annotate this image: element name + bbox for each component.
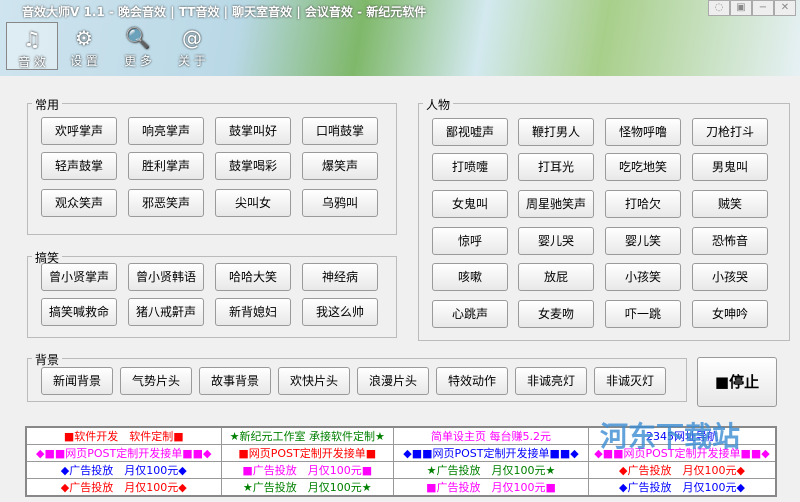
ad-row: ◆广告投放 月仅100元◆ ★广告投放 月仅100元★ ■广告投放 月仅100元■ ◆… <box>25 478 777 497</box>
ad-link[interactable]: ◆■■网页POST定制开发接单■■◆ <box>393 444 589 462</box>
sound-button[interactable]: 贼笑 <box>692 190 768 218</box>
ad-link[interactable]: ■广告投放 月仅100元■ <box>220 461 394 479</box>
toolbar-gear[interactable]: ⚙ 设 置 <box>58 22 110 70</box>
sound-button[interactable]: 鼓掌喝彩 <box>215 152 291 180</box>
sound-button[interactable]: 神经病 <box>302 263 378 291</box>
sound-button[interactable]: 女麦吻 <box>518 300 594 328</box>
ad-link[interactable]: ◆■■网页POST定制开发接单■■◆ <box>25 444 222 462</box>
sound-button[interactable]: 怪物呼噜 <box>605 118 681 146</box>
group-label: 常用 <box>32 96 63 113</box>
sound-button[interactable]: 吓一跳 <box>605 300 681 328</box>
group-label: 人物 <box>423 96 454 113</box>
ad-link[interactable]: ◆广告投放 月仅100元◆ <box>25 461 222 479</box>
sound-button[interactable]: 鄙视嘘声 <box>432 118 508 146</box>
sound-button[interactable]: 周星驰笑声 <box>518 190 594 218</box>
search-icon: 🔍 <box>125 26 151 50</box>
close-button[interactable]: ✕ <box>774 0 796 16</box>
toolbar-label: 关 于 <box>178 54 206 68</box>
sound-button[interactable]: 哈哈大笑 <box>215 263 291 291</box>
window-title: 音效大师V 1.1 - 晚会音效 | TT音效 | 聊天室音效 | 会议音效 -… <box>22 5 427 19</box>
sound-button[interactable]: 女鬼叫 <box>432 190 508 218</box>
sound-button[interactable]: 胜利掌声 <box>128 152 204 180</box>
sound-button[interactable]: 鞭打男人 <box>518 118 594 146</box>
sound-button[interactable]: 吃吃地笑 <box>605 153 681 181</box>
at-icon: @ <box>182 26 202 50</box>
sound-button[interactable]: 故事背景 <box>199 367 271 395</box>
sound-button[interactable]: 打喷嚏 <box>432 153 508 181</box>
skin-button[interactable]: ◌ <box>708 0 730 16</box>
toolbar-at[interactable]: @ 关 于 <box>166 22 218 70</box>
sound-button[interactable]: 我这么帅 <box>302 298 378 326</box>
sound-button[interactable]: 新背媳妇 <box>215 298 291 326</box>
sound-button[interactable]: 小孩哭 <box>692 263 768 291</box>
ad-link[interactable]: ★广告投放 月仅100元★ <box>220 478 394 497</box>
sound-button[interactable]: 咳嗽 <box>432 263 508 291</box>
sound-button[interactable]: 响亮掌声 <box>128 117 204 145</box>
sound-button[interactable]: 猪八戒鼾声 <box>128 298 204 326</box>
sound-button[interactable]: 打耳光 <box>518 153 594 181</box>
window-controls: ◌ ▣ − ✕ <box>708 0 796 16</box>
sound-button[interactable]: 女呻吟 <box>692 300 768 328</box>
sound-button[interactable]: 新闻背景 <box>41 367 113 395</box>
sound-button[interactable]: 邪恶笑声 <box>128 189 204 217</box>
ad-link[interactable]: 简单设主页 每台赚5.2元 <box>393 426 589 445</box>
sound-button[interactable]: 曾小贤韩语 <box>128 263 204 291</box>
ad-link[interactable]: ★新纪元工作室 承接软件定制★ <box>220 426 394 445</box>
sound-button[interactable]: 非诚灭灯 <box>594 367 666 395</box>
gear-icon: ⚙ <box>75 26 93 50</box>
toolbar-music[interactable]: ♫ 音 效 <box>6 22 58 70</box>
sound-button[interactable]: 打哈欠 <box>605 190 681 218</box>
ad-link[interactable]: ◆广告投放 月仅100元◆ <box>588 461 777 479</box>
minimize-button[interactable]: − <box>752 0 774 16</box>
sound-button[interactable]: 恐怖音 <box>692 227 768 255</box>
sound-button[interactable]: 曾小贤掌声 <box>41 263 117 291</box>
sound-button[interactable]: 放屁 <box>518 263 594 291</box>
stop-button[interactable]: ■停止 <box>697 357 777 407</box>
sound-button[interactable]: 欢快片头 <box>278 367 350 395</box>
sound-button[interactable]: 观众笑声 <box>41 189 117 217</box>
ad-link[interactable]: ■网页POST定制开发接单■ <box>220 444 394 462</box>
ad-row: ◆广告投放 月仅100元◆ ■广告投放 月仅100元■ ★广告投放 月仅100元★ ◆… <box>25 461 777 479</box>
ad-link[interactable]: ■广告投放 月仅100元■ <box>393 478 589 497</box>
ad-link[interactable]: ◆广告投放 月仅100元◆ <box>588 478 777 497</box>
ad-link[interactable]: ★广告投放 月仅100元★ <box>393 461 589 479</box>
sound-button[interactable]: 特效动作 <box>436 367 508 395</box>
sound-button[interactable]: 惊呼 <box>432 227 508 255</box>
sound-button[interactable]: 乌鸦叫 <box>302 189 378 217</box>
header-banner: 音效大师V 1.1 - 晚会音效 | TT音效 | 聊天室音效 | 会议音效 -… <box>0 0 800 76</box>
sound-button[interactable]: 小孩笑 <box>605 263 681 291</box>
ad-link[interactable]: ■软件开发 软件定制■ <box>25 426 222 445</box>
watermark-logo: 河东下载站 <box>600 420 741 453</box>
sound-button[interactable]: 口哨鼓掌 <box>302 117 378 145</box>
toolbar-label: 设 置 <box>70 54 98 68</box>
sound-button[interactable]: 轻声鼓掌 <box>41 152 117 180</box>
sound-button[interactable]: 鼓掌叫好 <box>215 117 291 145</box>
sound-button[interactable]: 心跳声 <box>432 300 508 328</box>
group-label: 背景 <box>32 351 63 368</box>
sound-button[interactable]: 婴儿笑 <box>605 227 681 255</box>
toolbar-label: 音 效 <box>18 55 46 69</box>
music-icon: ♫ <box>23 27 41 51</box>
sound-button[interactable]: 男鬼叫 <box>692 153 768 181</box>
sound-button[interactable]: 爆笑声 <box>302 152 378 180</box>
ad-link[interactable]: ◆广告投放 月仅100元◆ <box>25 478 222 497</box>
toolbar-search[interactable]: 🔍 更 多 <box>112 22 164 70</box>
restore-button[interactable]: ▣ <box>730 0 752 16</box>
sound-button[interactable]: 婴儿哭 <box>518 227 594 255</box>
sound-button[interactable]: 搞笑喊救命 <box>41 298 117 326</box>
sound-button[interactable]: 欢呼掌声 <box>41 117 117 145</box>
sound-button[interactable]: 气势片头 <box>120 367 192 395</box>
toolbar-label: 更 多 <box>124 54 152 68</box>
sound-button[interactable]: 刀枪打斗 <box>692 118 768 146</box>
sound-button[interactable]: 浪漫片头 <box>357 367 429 395</box>
sound-button[interactable]: 尖叫女 <box>215 189 291 217</box>
sound-button[interactable]: 非诚亮灯 <box>515 367 587 395</box>
